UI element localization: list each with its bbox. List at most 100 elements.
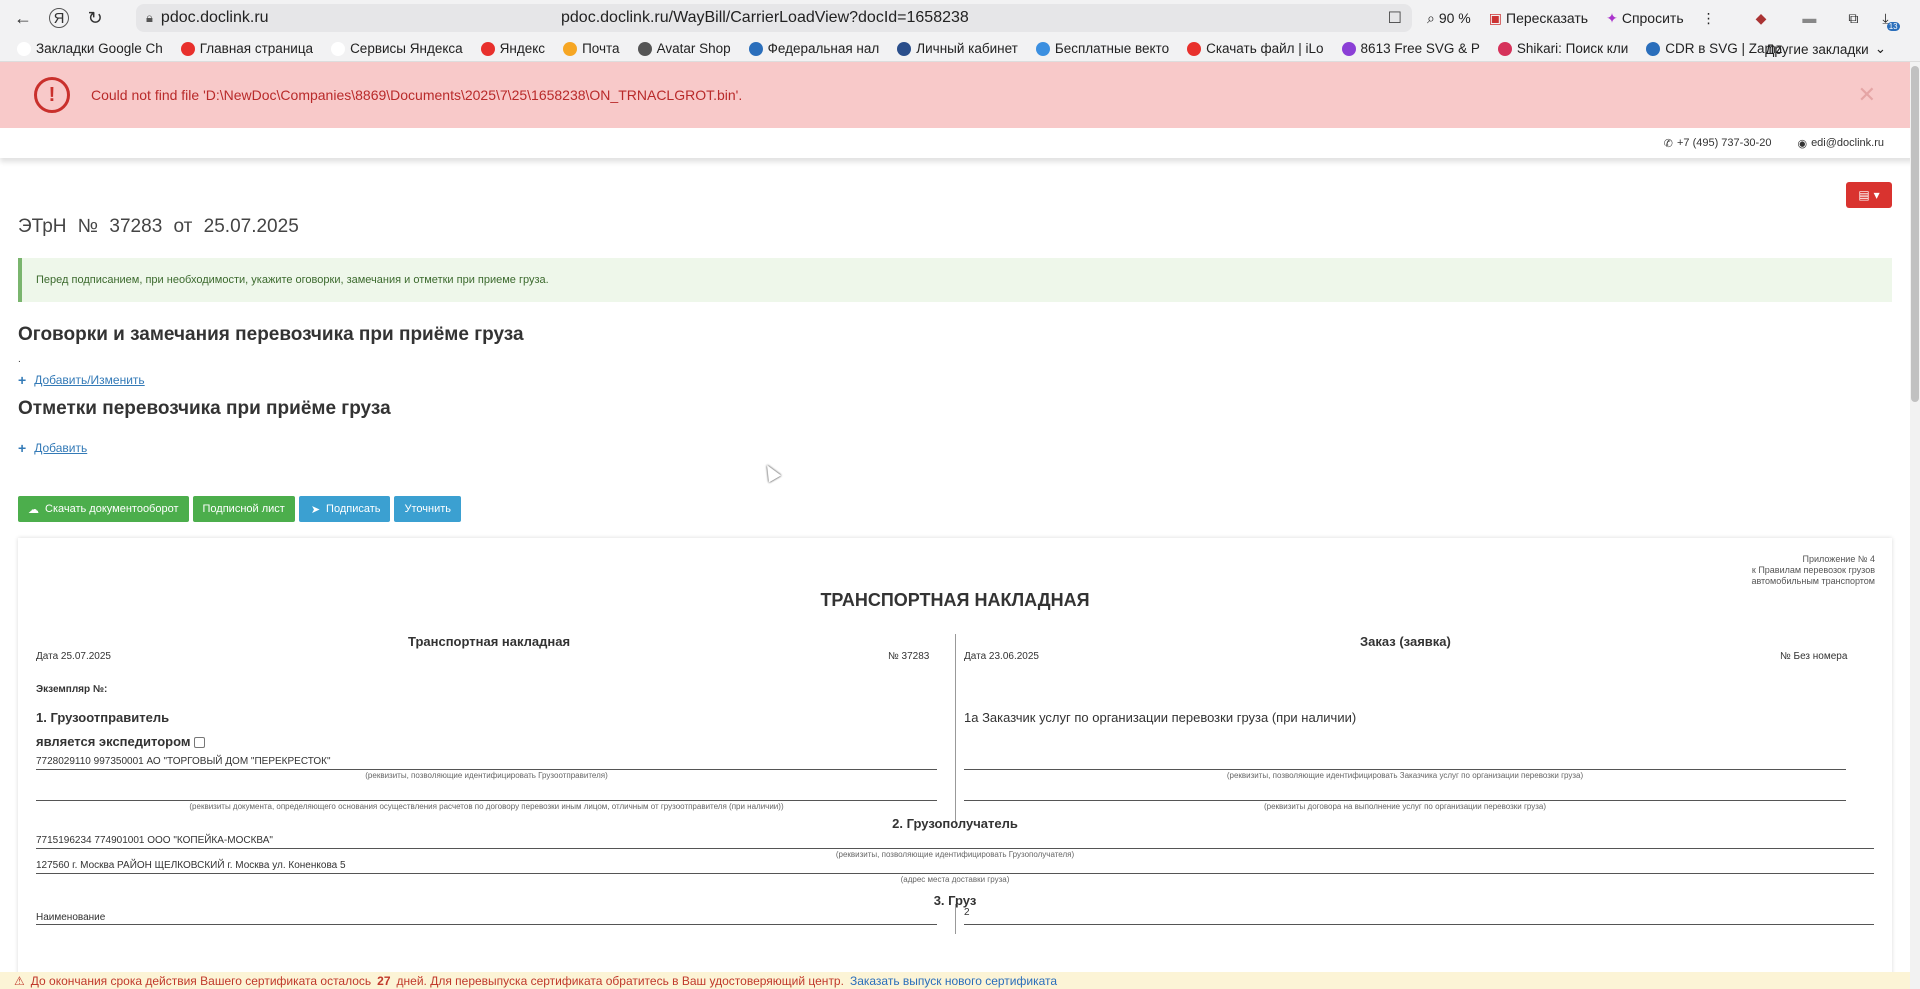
customer-line — [964, 769, 1846, 770]
reload-icon[interactable]: ↻ — [80, 3, 110, 33]
appendix-line-1: Приложение № 4 — [1802, 554, 1875, 564]
bookmark-favicon-icon — [1187, 41, 1202, 56]
scrollbar[interactable] — [1910, 62, 1920, 989]
bookmark-item[interactable]: Главная страница — [172, 41, 322, 56]
bookmarks-bar: Закладки Google Ch Главная страница Сервис… — [0, 36, 1920, 62]
bookmark-item[interactable]: Скачать файл | iLo — [1178, 41, 1332, 56]
bookmark-favicon-icon — [180, 41, 195, 56]
shipper-expeditor-label: является экспедитором — [36, 734, 206, 749]
extension2-icon[interactable]: ▬ — [1795, 6, 1823, 30]
bookmark-label: 8613 Free SVG & P — [1360, 41, 1480, 56]
shipper-value: 7728029110 997350001 АО "ТОРГОВЫЙ ДОМ "П… — [36, 756, 331, 767]
customer-contract-line — [964, 800, 1846, 801]
email-icon: ◉ — [1797, 137, 1808, 150]
menu-icon[interactable]: ⋮ — [1695, 6, 1723, 31]
bookmark-item[interactable]: Яндекс — [472, 41, 554, 56]
carrier-remarks-title: Оговорки и замечания перевозчика при при… — [18, 324, 524, 345]
cloud-download-icon: ☁ — [28, 503, 39, 516]
add-marks-link[interactable]: + Добавить — [18, 440, 87, 456]
cargo-value: 2 — [964, 907, 970, 918]
close-icon[interactable]: ✕ — [1858, 82, 1876, 108]
action-buttons: ☁ Скачать документооборот Подписной лист … — [18, 496, 461, 522]
bookmark-item[interactable]: Личный кабинет — [888, 41, 1027, 56]
collections-icon[interactable]: ⧉ — [1841, 6, 1865, 31]
clarify-button[interactable]: Уточнить — [394, 496, 461, 522]
contact-bar: ✆ +7 (495) 737-30-20 ◉ edi@doclink.ru — [0, 128, 1920, 158]
zoom-button[interactable]: ⌕ 90 % — [1420, 6, 1478, 31]
bookmark-favicon-icon — [480, 41, 495, 56]
waybill-title: ТРАНСПОРТНАЯ НАКЛАДНАЯ — [820, 590, 1090, 610]
bookmark-item[interactable]: 8613 Free SVG & P — [1333, 41, 1489, 56]
scrollbar-thumb[interactable] — [1911, 66, 1919, 402]
bookmark-favicon-icon — [637, 41, 652, 56]
customer-title: 1а Заказчик услуг по организации перевоз… — [964, 710, 1357, 725]
bookmark-label: Сервисы Яндекса — [350, 41, 463, 56]
appendix-note: Приложение № 4 к Правилам перевозок груз… — [1751, 554, 1875, 587]
bookmark-label: Shikari: Поиск кли — [1516, 41, 1629, 56]
bookmark-item[interactable]: Бесплатные векто — [1027, 41, 1178, 56]
bookmark-item[interactable]: Закладки Google Ch — [8, 41, 172, 56]
pdf-dropdown-button[interactable]: ▤ ▾ — [1846, 182, 1892, 208]
retell-button[interactable]: ▣ Пересказать — [1482, 6, 1595, 31]
cert-text-b: дней. Для перевыпуска сертификата обрати… — [396, 973, 844, 988]
caret-down-icon: ▾ — [1873, 188, 1880, 202]
bookmark-favicon-icon — [563, 41, 578, 56]
bookmark-item[interactable]: Avatar Shop — [629, 41, 740, 56]
address-bar[interactable]: 🔒︎ pdoc.doclink.ru pdoc.doclink.ru/WayBi… — [136, 4, 1412, 32]
waybill-subtitle: Транспортная накладная — [408, 634, 571, 649]
bookmark-item[interactable]: Федеральная нал — [740, 41, 889, 56]
expeditor-text: является экспедитором — [36, 734, 191, 749]
cert-text-a: До окончания срока действия Вашего серти… — [30, 973, 372, 988]
address-host: pdoc.doclink.ru — [160, 9, 269, 26]
page-title: ЭТрН № 37283 от 25.07.2025 — [18, 216, 299, 237]
cargo-divider — [955, 904, 956, 934]
bookmark-item[interactable]: Shikari: Поиск кли — [1489, 41, 1637, 56]
column-divider — [955, 634, 956, 824]
zoom-level: 90 % — [1438, 10, 1471, 26]
yandex-icon[interactable]: Я — [49, 8, 69, 28]
bookmark-label: Закладки Google Ch — [36, 41, 163, 56]
bookmark-item[interactable]: Сервисы Яндекса — [322, 41, 472, 56]
sign-button[interactable]: ➤ Подписать — [298, 496, 391, 522]
consignee-line — [36, 848, 1874, 849]
order-certificate-link[interactable]: Заказать выпуск нового сертификата — [850, 974, 1057, 988]
appendix-line-2: к Правилам перевозок грузов — [1751, 565, 1875, 575]
download-workflow-button[interactable]: ☁ Скачать документооборот — [18, 496, 189, 522]
shipper-caption: (реквизиты, позволяющие идентифицировать… — [365, 771, 608, 780]
bookmark-favicon-icon — [1646, 41, 1661, 56]
email-address: edi@doclink.ru — [1811, 137, 1884, 149]
bookmark-label: Скачать файл | iLo — [1206, 41, 1324, 56]
error-icon: ! — [34, 77, 70, 113]
extension-icon[interactable]: ◆ — [1749, 6, 1774, 31]
ask-button[interactable]: ✦ Спросить — [1599, 6, 1691, 31]
add-edit-remarks-link[interactable]: + Добавить/Изменить — [18, 372, 145, 388]
bookmark-item[interactable]: Почта — [554, 41, 629, 56]
bookmark-label: Бесплатные векто — [1054, 41, 1170, 56]
downloads-icon[interactable]: ⤓ 13 — [1875, 6, 1900, 31]
back-icon[interactable]: ← — [8, 3, 38, 33]
bookmark-favicon-icon — [1035, 41, 1050, 56]
sign-label: Подписать — [326, 503, 381, 515]
email-contact[interactable]: ◉ edi@doclink.ru — [1797, 137, 1884, 150]
order-number: № Без номера — [1780, 651, 1848, 662]
shipper-doc-caption: (реквизиты документа, определяющего осно… — [189, 802, 784, 811]
expeditor-checkbox[interactable] — [194, 737, 206, 749]
mouse-cursor — [760, 461, 782, 483]
other-bookmarks[interactable]: Другие закладки ⌄ — [1765, 41, 1886, 57]
shipper-title: 1. Грузоотправитель — [36, 710, 170, 725]
bookmark-favicon-icon — [897, 41, 912, 56]
bookmark-label: Главная страница — [199, 41, 314, 56]
waybill-sheet: Приложение № 4 к Правилам перевозок груз… — [18, 538, 1892, 989]
bookmark-favicon-icon — [1497, 41, 1512, 56]
shipper-line — [36, 769, 937, 770]
signature-sheet-button[interactable]: Подписной лист — [192, 496, 295, 522]
cargo-name-label: Наименование — [36, 912, 106, 923]
carrier-remarks-value: . — [18, 354, 21, 365]
warning-icon: ⚠ — [14, 973, 25, 988]
order-date: Дата 23.06.2025 — [964, 651, 1039, 662]
bookmark-icon[interactable]: ☐ — [1388, 8, 1402, 28]
add-edit-label: Добавить/Изменить — [34, 373, 145, 387]
bookmark-favicon-icon — [748, 41, 763, 56]
download-label: Скачать документооборот — [45, 503, 179, 515]
certificate-warning: ⚠ До окончания срока действия Вашего сер… — [0, 972, 1920, 989]
